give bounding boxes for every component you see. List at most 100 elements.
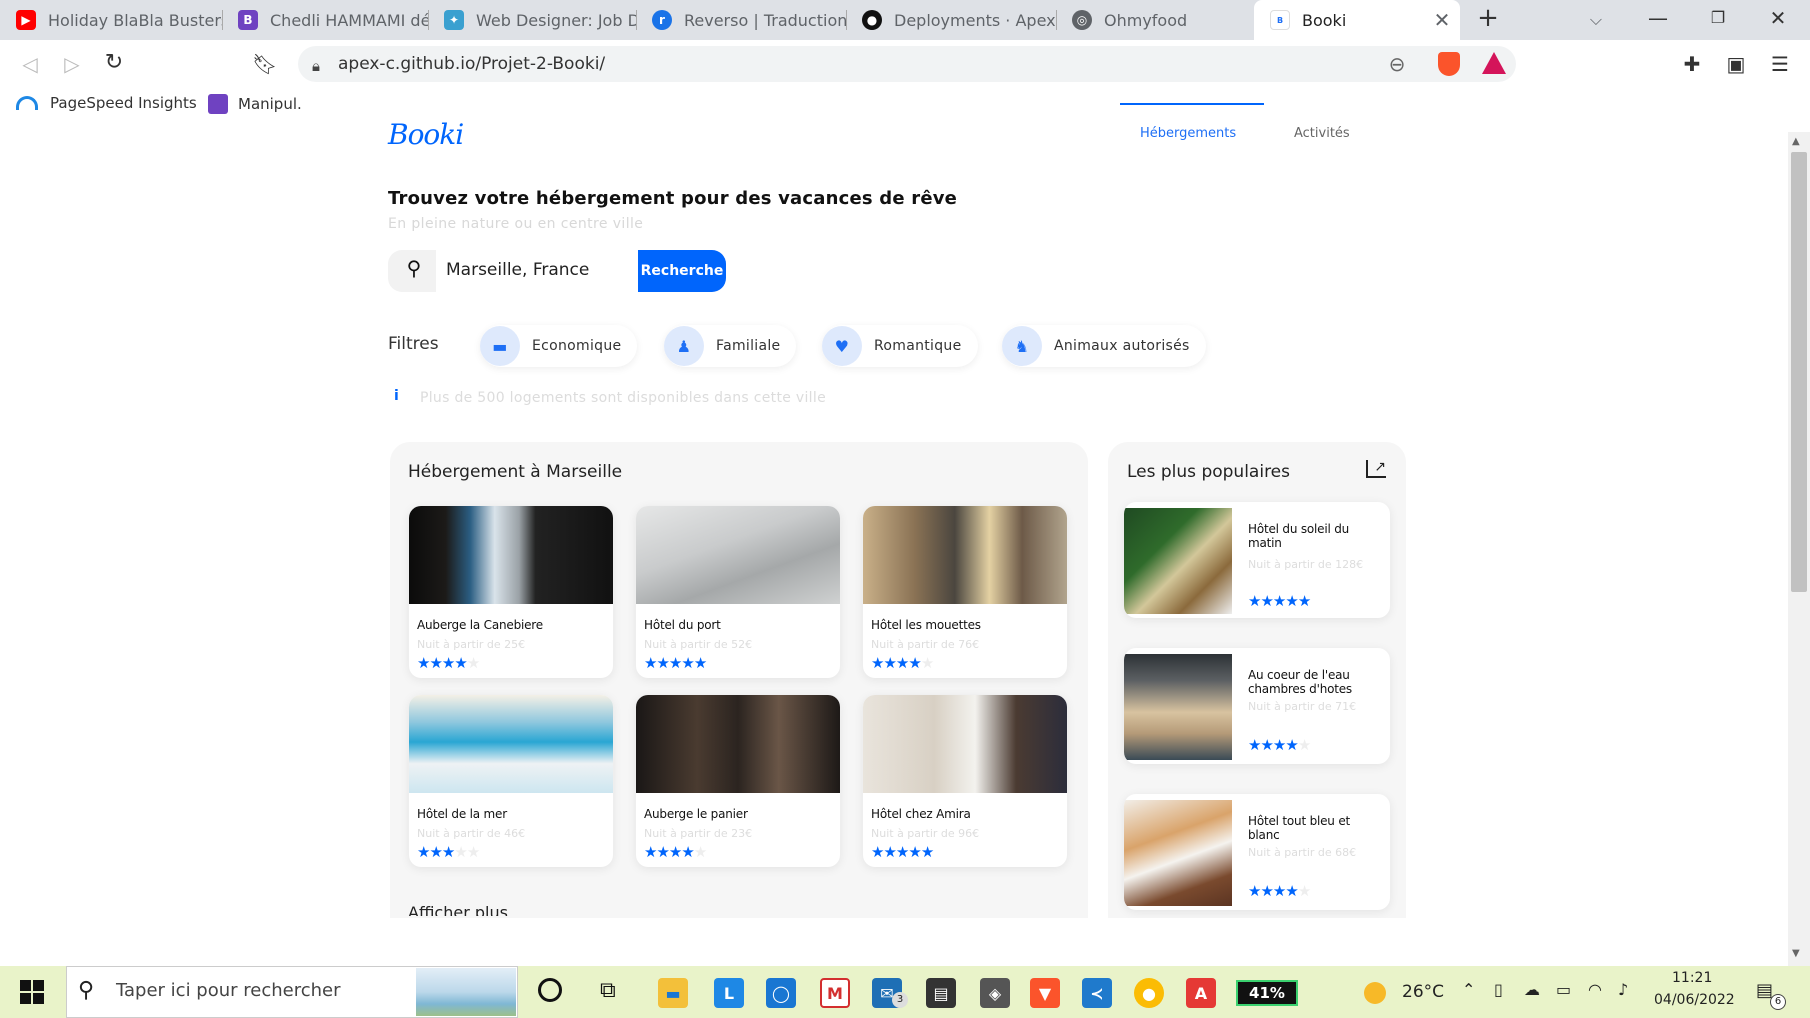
tab-holiday-blabla[interactable]: ▶ Holiday BlaBla Busters <box>0 0 222 40</box>
search-button[interactable]: Recherche <box>638 250 726 292</box>
tab-ohmyfood[interactable]: ◎ Ohmyfood <box>1056 0 1252 40</box>
onedrive-icon[interactable]: ☁ <box>1524 980 1540 999</box>
star-filled-icon: ★ <box>644 843 657 861</box>
brave-shield-icon[interactable] <box>1438 52 1460 76</box>
star-filled-icon: ★ <box>871 654 884 672</box>
filter-economique[interactable]: ▬ Economique <box>480 325 638 367</box>
globe-icon: ◎ <box>1072 10 1092 30</box>
reload-icon[interactable]: ↻ <box>102 52 126 74</box>
cortana-icon[interactable] <box>538 978 562 1002</box>
tab-search-chevron-icon[interactable]: ⌵ <box>1584 10 1608 30</box>
tray-device-icon[interactable]: ▯ <box>1494 980 1503 999</box>
star-empty-icon: ★ <box>1297 882 1311 900</box>
app-l-icon[interactable]: L <box>714 978 744 1008</box>
bookmark-pagespeed[interactable]: PageSpeed Insights <box>16 94 197 112</box>
nav-hebergements[interactable]: Hébergements <box>1140 126 1236 141</box>
star-empty-icon: ★ <box>466 843 480 861</box>
hotel-name: Hôtel chez Amira <box>871 807 971 821</box>
star-rating: ★★★★★ <box>417 843 480 861</box>
volume-icon[interactable]: ♪ <box>1618 980 1628 999</box>
star-filled-icon: ★ <box>693 654 707 672</box>
taskbar-search-input[interactable]: Taper ici pour rechercher <box>116 980 341 1001</box>
vscode-icon[interactable]: ≺ <box>1082 978 1112 1008</box>
search-input[interactable]: Marseille, France <box>436 250 638 292</box>
page-title: Trouvez votre hébergement pour des vacan… <box>388 188 958 209</box>
accommodation-card[interactable]: Auberge le panier Nuit à partir de 23€ ★… <box>636 695 840 867</box>
star-empty-icon: ★ <box>1297 736 1311 754</box>
scroll-down-icon[interactable]: ▼ <box>1792 948 1800 959</box>
hotel-photo <box>863 695 1067 793</box>
accommodation-card[interactable]: Hôtel de la mer Nuit à partir de 46€ ★★★… <box>409 695 613 867</box>
page-fold <box>302 918 1506 966</box>
star-rating: ★★★★★ <box>644 843 707 861</box>
weather-temperature[interactable]: 26°C <box>1402 982 1444 1002</box>
minimize-icon[interactable]: — <box>1646 8 1670 28</box>
accommodation-card[interactable]: Hôtel du port Nuit à partir de 52€ ★★★★★ <box>636 506 840 678</box>
battery-icon[interactable]: ▭ <box>1556 980 1571 999</box>
info-icon: i <box>394 388 399 404</box>
back-icon[interactable]: ◁ <box>18 54 42 74</box>
restore-icon[interactable]: ❐ <box>1706 8 1730 28</box>
tab-reverso[interactable]: rReverso | Traduction gr <box>636 0 846 40</box>
booki-logo[interactable]: Booki <box>388 118 464 151</box>
terminal-icon[interactable]: ▤ <box>926 978 956 1008</box>
scroll-up-icon[interactable]: ▲ <box>1792 136 1800 147</box>
accommodation-card[interactable]: Auberge la Canebiere Nuit à partir de 25… <box>409 506 613 678</box>
filter-romantique[interactable]: ♥ Romantique <box>822 325 978 367</box>
filter-animaux[interactable]: ♞ Animaux autorisés <box>1002 325 1206 367</box>
scrollbar-thumb[interactable] <box>1791 152 1807 592</box>
new-tab-icon[interactable]: + <box>1476 5 1500 31</box>
clock-date[interactable]: 04/06/2022 <box>1654 992 1735 1008</box>
chrome-icon[interactable]: ● <box>1134 978 1164 1008</box>
unity-icon[interactable]: ◈ <box>980 978 1010 1008</box>
star-empty-icon: ★ <box>466 654 480 672</box>
acrobat-icon[interactable]: A <box>1186 978 1216 1008</box>
tab-web-designer[interactable]: ✦ Web Designer: Job De <box>428 0 636 40</box>
extensions-icon[interactable]: ✚ <box>1680 54 1704 74</box>
popular-card[interactable]: Hôtel tout bleu et blanc Nuit à partir d… <box>1124 794 1390 910</box>
filters-label: Filtres <box>388 334 439 354</box>
battery-meter[interactable]: 41% <box>1236 980 1298 1006</box>
tab-booki[interactable]: B Booki <box>1254 0 1460 40</box>
accommodation-card[interactable]: Hôtel les mouettes Nuit à partir de 76€ … <box>863 506 1067 678</box>
filter-familiale[interactable]: ♟ Familiale <box>664 325 797 367</box>
star-filled-icon: ★ <box>1272 592 1286 610</box>
bookmark-manipul[interactable]: Manipul... des dom <box>208 94 308 114</box>
windows-start-icon[interactable] <box>20 980 44 1004</box>
hotel-name: Hôtel du soleil du matin <box>1248 522 1350 550</box>
brave-rewards-icon[interactable] <box>1482 52 1506 74</box>
tab-chedli[interactable]: B Chedli HAMMAMI dév <box>222 0 428 40</box>
weather-sun-icon[interactable] <box>1364 982 1386 1004</box>
close-tab-icon[interactable]: ✕ <box>1432 10 1452 30</box>
trend-chart-icon[interactable]: ↗ <box>1366 460 1386 478</box>
star-rating: ★★★★★ <box>1248 882 1311 900</box>
nav-activites[interactable]: Activités <box>1294 126 1350 141</box>
clock-time[interactable]: 11:21 <box>1672 970 1712 986</box>
mcafee-icon[interactable]: M <box>820 978 850 1008</box>
wifi-icon[interactable]: ◠ <box>1588 980 1602 999</box>
url-text[interactable]: apex-c.github.io/Projet-2-Booki/ <box>338 54 605 74</box>
popular-card[interactable]: Hôtel du soleil du matin Nuit à partir d… <box>1124 502 1390 618</box>
popular-card[interactable]: Au coeur de l'eau chambres d'hotes Nuit … <box>1124 648 1390 764</box>
app-blue-icon[interactable]: ◯ <box>766 978 796 1008</box>
menu-icon[interactable]: ☰ <box>1768 54 1792 74</box>
show-more-link[interactable]: Afficher plus <box>408 904 508 916</box>
hotel-name: Hôtel tout bleu et blanc <box>1248 814 1351 842</box>
file-explorer-icon[interactable]: ▬ <box>658 978 688 1008</box>
close-window-icon[interactable]: ✕ <box>1766 8 1790 28</box>
star-filled-icon: ★ <box>1297 592 1311 610</box>
accommodations-title: Hébergement à Marseille <box>408 462 623 482</box>
zoom-icon[interactable]: ⊖ <box>1386 54 1408 74</box>
accommodation-card[interactable]: Hôtel chez Amira Nuit à partir de 96€ ★★… <box>863 695 1067 867</box>
task-view-icon[interactable]: ⧉ <box>600 978 616 1003</box>
lock-icon[interactable]: 🔒︎ <box>308 56 324 76</box>
wallet-icon[interactable]: ▣ <box>1724 54 1748 74</box>
star-filled-icon: ★ <box>668 654 682 672</box>
youtube-icon: ▶ <box>16 10 36 30</box>
tab-deployments[interactable]: ● Deployments · Apex-C <box>846 0 1056 40</box>
tray-chevron-icon[interactable]: ⌃ <box>1462 980 1475 999</box>
bookmark-page-icon[interactable]: 🔖︎ <box>252 54 277 74</box>
reverso-icon: r <box>652 10 672 30</box>
forward-icon[interactable]: ▷ <box>60 54 84 74</box>
brave-icon[interactable]: ▼ <box>1030 978 1060 1008</box>
